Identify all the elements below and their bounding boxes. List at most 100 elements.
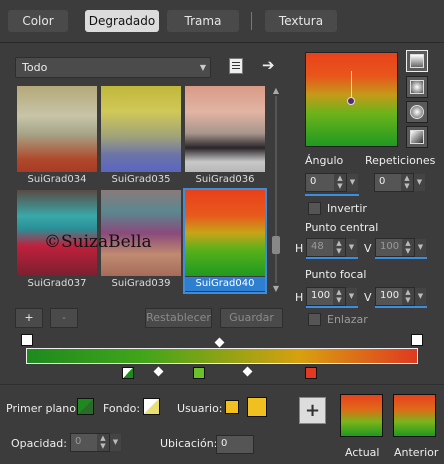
angle-handle[interactable] <box>347 97 355 105</box>
sunburst-style-icon[interactable] <box>406 126 428 148</box>
focal-h-slider[interactable] <box>306 306 358 308</box>
current-gradient-swatch[interactable] <box>340 394 383 437</box>
scroll-track <box>275 96 277 283</box>
repeats-dropdown-icon[interactable]: ▼ <box>414 174 425 191</box>
gradient-swatch-selected[interactable]: SuiGrad040 <box>183 188 267 294</box>
watermark: ©SuizaBella <box>44 232 152 252</box>
scroll-down-icon[interactable]: ▼ <box>271 284 281 293</box>
center-v-dropdown-icon[interactable]: ▼ <box>415 239 426 256</box>
location-label: Ubicación: <box>160 437 218 450</box>
gradient-label: SuiGrad037 <box>27 278 87 289</box>
previous-gradient-swatch[interactable] <box>393 394 436 437</box>
scroll-thumb[interactable] <box>272 236 280 254</box>
opacity-dropdown-icon[interactable]: ▼ <box>110 434 121 451</box>
center-v-label: V <box>364 242 372 255</box>
gradient-preview <box>101 86 181 172</box>
angle-slider[interactable] <box>305 194 359 196</box>
focal-h-stepper[interactable]: ▲ ▼ <box>333 288 345 305</box>
user-swatch[interactable] <box>247 397 267 417</box>
radial-style-icon[interactable] <box>406 101 428 123</box>
user-label: Usuario: <box>177 402 223 415</box>
center-h-label: H <box>295 242 304 255</box>
focal-v-slider[interactable] <box>375 306 427 308</box>
angle-stepper[interactable]: ▲ ▼ <box>334 174 346 191</box>
remove-gradient-button[interactable]: - <box>50 308 78 328</box>
scroll-up-icon[interactable]: ▲ <box>271 86 281 95</box>
angle-value: 0 <box>310 176 317 187</box>
gradient-swatch[interactable]: SuiGrad035 <box>101 86 181 188</box>
gradient-label: SuiGrad036 <box>195 174 255 185</box>
center-point-label: Punto central <box>305 221 379 234</box>
opacity-midpoint[interactable] <box>214 337 225 348</box>
opacity-stop-right[interactable] <box>411 334 423 346</box>
center-h-stepper[interactable]: ▲ ▼ <box>333 239 345 256</box>
gradient-label: SuiGrad034 <box>27 174 87 185</box>
save-list-icon[interactable] <box>229 58 243 74</box>
color-stop-foreground[interactable] <box>122 367 134 379</box>
divider <box>0 384 444 385</box>
focal-h-value: 100 <box>311 290 331 301</box>
gradient-preview-large[interactable] <box>305 52 398 147</box>
gradient-preview <box>185 86 265 172</box>
previous-label: Anterior <box>394 446 439 459</box>
center-h-value: 48 <box>311 241 324 252</box>
angle-input[interactable]: 0 ▲ ▼ ▼ <box>305 173 358 192</box>
tab-textura[interactable]: Textura <box>265 10 337 32</box>
center-v-stepper[interactable]: ▲ ▼ <box>402 239 414 256</box>
angle-dropdown-icon[interactable]: ▼ <box>347 174 358 191</box>
opacity-stepper[interactable]: ▲ ▼ <box>97 434 109 451</box>
foreground-swatch[interactable] <box>77 398 94 415</box>
color-stop-green[interactable] <box>193 367 205 379</box>
gradient-label: SuiGrad039 <box>111 278 171 289</box>
add-swatch-button[interactable]: + <box>299 397 326 424</box>
gradient-editor-bar[interactable] <box>26 348 418 364</box>
link-label: Enlazar <box>327 313 368 326</box>
background-label: Fondo: <box>103 402 141 415</box>
background-swatch[interactable] <box>143 398 160 415</box>
gradient-preview <box>17 86 97 172</box>
tab-degradado[interactable]: Degradado <box>85 10 159 32</box>
center-h-slider[interactable] <box>306 257 358 259</box>
center-h-dropdown-icon[interactable]: ▼ <box>346 239 357 256</box>
tab-trama[interactable]: Trama <box>167 10 239 32</box>
center-h-input[interactable]: 48 ▲ ▼ ▼ <box>306 238 357 257</box>
reset-button[interactable]: Restablecer <box>145 308 212 328</box>
user-swatch-small[interactable] <box>225 400 239 414</box>
gradient-label: SuiGrad035 <box>111 174 171 185</box>
repeats-value: 0 <box>379 176 386 187</box>
linear-style-icon[interactable] <box>406 50 428 72</box>
category-dropdown[interactable]: Todo ▼ <box>15 57 211 78</box>
focal-v-input[interactable]: 100 ▲ ▼ ▼ <box>375 287 426 306</box>
focal-h-input[interactable]: 100 ▲ ▼ ▼ <box>306 287 357 306</box>
gradient-preview <box>185 190 265 276</box>
focal-v-stepper[interactable]: ▲ ▼ <box>402 288 414 305</box>
repeats-stepper[interactable]: ▲ ▼ <box>401 174 413 191</box>
invert-checkbox[interactable] <box>308 202 321 215</box>
gradient-scrollbar[interactable]: ▲ ▼ <box>271 86 281 293</box>
save-button[interactable]: Guardar <box>220 308 283 328</box>
color-midpoint[interactable] <box>153 366 164 377</box>
gradient-swatch[interactable]: SuiGrad034 <box>17 86 97 188</box>
arrow-right-icon[interactable]: ➔ <box>262 56 275 74</box>
add-gradient-button[interactable]: + <box>15 308 43 328</box>
color-stop-red[interactable] <box>305 367 317 379</box>
color-midpoint[interactable] <box>242 366 253 377</box>
focal-h-dropdown-icon[interactable]: ▼ <box>346 288 357 305</box>
divider <box>0 42 444 43</box>
gradient-grid: SuiGrad034 SuiGrad035 SuiGrad036 SuiGrad… <box>15 86 271 294</box>
tab-color[interactable]: Color <box>8 10 68 32</box>
center-v-slider[interactable] <box>375 257 427 259</box>
rectangular-style-icon[interactable] <box>406 76 428 98</box>
location-input[interactable]: 0 <box>216 435 254 454</box>
opacity-input[interactable]: 0 ▲ ▼ ▼ <box>70 433 121 452</box>
focal-v-dropdown-icon[interactable]: ▼ <box>415 288 426 305</box>
opacity-stop-left[interactable] <box>21 334 33 346</box>
center-v-input[interactable]: 100 ▲ ▼ ▼ <box>375 238 426 257</box>
category-value: Todo <box>22 61 48 74</box>
gradient-swatch[interactable]: SuiGrad036 <box>185 86 265 188</box>
repeats-label: Repeticiones <box>365 154 436 167</box>
current-label: Actual <box>345 446 380 459</box>
repeats-input[interactable]: 0 ▲ ▼ ▼ <box>374 173 425 192</box>
focal-v-label: V <box>364 291 372 304</box>
link-checkbox[interactable] <box>308 313 321 326</box>
